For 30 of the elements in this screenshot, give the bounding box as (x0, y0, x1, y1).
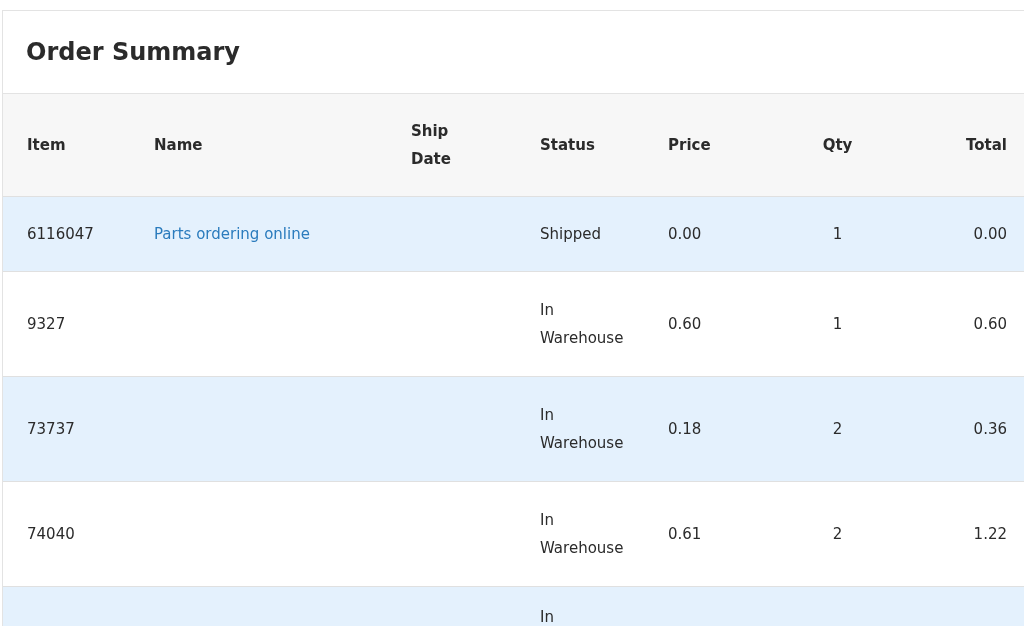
total-cell-text: 0.00 (973, 224, 1007, 245)
total-cell-text: 0.36 (973, 419, 1007, 440)
price-cell-text: 0.60 (668, 314, 702, 335)
column-header: Status (540, 135, 595, 156)
status-cell-text: Shipped (540, 224, 601, 245)
name-link[interactable]: Parts ordering online (154, 220, 310, 248)
status-cell: In (540, 608, 554, 626)
column-header: Item (27, 135, 66, 156)
column-header: Name (154, 135, 203, 156)
column-header: Price (668, 135, 711, 156)
item-cell: 6116047 (27, 225, 94, 243)
item-cell: 9327 (27, 315, 66, 333)
column-header: Qty (822, 135, 853, 156)
price-cell-text: 0.00 (668, 224, 702, 245)
price-cell-text: 0.61 (668, 524, 702, 545)
qty-cell-text: 1 (832, 314, 843, 335)
total-cell-text: 0.60 (973, 314, 1007, 335)
status-cell-text: In Warehouse (540, 510, 625, 559)
column-header: Ship Date (411, 121, 452, 170)
status-cell-text: In Warehouse (540, 405, 625, 454)
total-cell-text: 1.22 (973, 524, 1007, 545)
price-cell-text: 0.18 (668, 419, 702, 440)
status-cell-text: In Warehouse (540, 300, 625, 349)
page-title: Order Summary (26, 38, 240, 66)
qty-cell-text: 2 (832, 419, 843, 440)
column-header: Total (966, 135, 1007, 156)
qty-cell-text: 2 (832, 524, 843, 545)
item-cell: 73737 (27, 420, 75, 438)
qty-cell-text: 1 (832, 224, 843, 245)
item-cell: 74040 (27, 525, 75, 543)
